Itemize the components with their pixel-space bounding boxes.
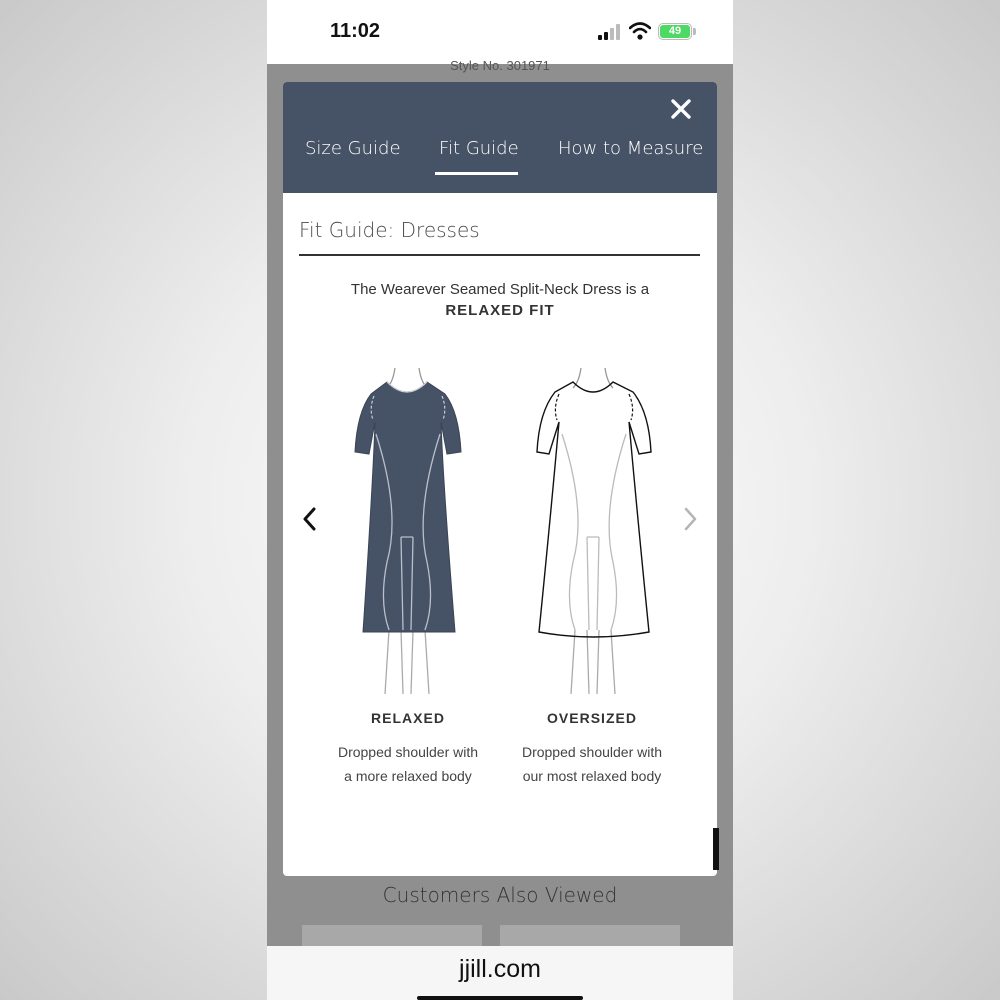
cellular-signal-icon bbox=[598, 24, 620, 40]
battery-icon: 49 bbox=[658, 23, 692, 40]
fit-option-oversized-name: OVERSIZED bbox=[547, 710, 637, 726]
close-icon[interactable] bbox=[668, 96, 694, 122]
relaxed-dress-illustration bbox=[354, 367, 462, 694]
status-time: 11:02 bbox=[330, 20, 381, 42]
battery-level: 49 bbox=[660, 25, 690, 38]
url-text: jjill.com bbox=[459, 955, 541, 983]
home-indicator[interactable] bbox=[417, 996, 583, 1000]
fit-description: The Wearever Seamed Split-Neck Dress is … bbox=[350, 281, 650, 298]
fit-option-relaxed-desc-line1: Dropped shoulder with bbox=[337, 744, 479, 760]
status-bar: 11:02 49 bbox=[267, 0, 733, 64]
phone-screen: 11:02 49 Style No. 301971 Size Guide Fit… bbox=[267, 0, 733, 1000]
fit-option-oversized-desc-line1: Dropped shoulder with bbox=[521, 744, 663, 760]
browser-url-bar[interactable]: jjill.com bbox=[267, 946, 733, 1000]
customers-also-viewed-title: Customers Also Viewed bbox=[382, 883, 618, 907]
tab-size-guide[interactable]: Size Guide bbox=[305, 138, 401, 159]
tab-fit-guide[interactable]: Fit Guide bbox=[439, 138, 519, 159]
oversized-dress-illustration bbox=[536, 367, 652, 694]
modal-header: Size Guide Fit Guide How to Measure bbox=[283, 82, 717, 193]
fit-option-oversized-desc: Dropped shoulder with our most relaxed b… bbox=[507, 740, 677, 788]
fit-guide-title: Fit Guide: Dresses bbox=[299, 218, 480, 242]
fit-option-oversized-desc-line2: our most relaxed body bbox=[522, 768, 662, 784]
fit-option-relaxed-desc: Dropped shoulder with a more relaxed bod… bbox=[323, 740, 493, 788]
fit-type-label: RELAXED FIT bbox=[445, 302, 555, 319]
battery-nub bbox=[693, 28, 696, 35]
wifi-icon bbox=[629, 22, 651, 40]
chevron-right-icon[interactable] bbox=[680, 506, 700, 532]
fit-option-relaxed-name: RELAXED bbox=[371, 710, 445, 726]
active-tab-indicator bbox=[435, 172, 518, 175]
style-number: Style No. 301971 bbox=[450, 58, 550, 73]
background-page-element bbox=[713, 828, 719, 870]
fit-guide-modal: Size Guide Fit Guide How to Measure Fit … bbox=[283, 82, 717, 876]
tab-how-to-measure[interactable]: How to Measure bbox=[558, 138, 703, 159]
chevron-left-icon[interactable] bbox=[300, 506, 320, 532]
fit-option-relaxed-desc-line2: a more relaxed body bbox=[344, 768, 472, 784]
title-divider bbox=[299, 254, 700, 256]
